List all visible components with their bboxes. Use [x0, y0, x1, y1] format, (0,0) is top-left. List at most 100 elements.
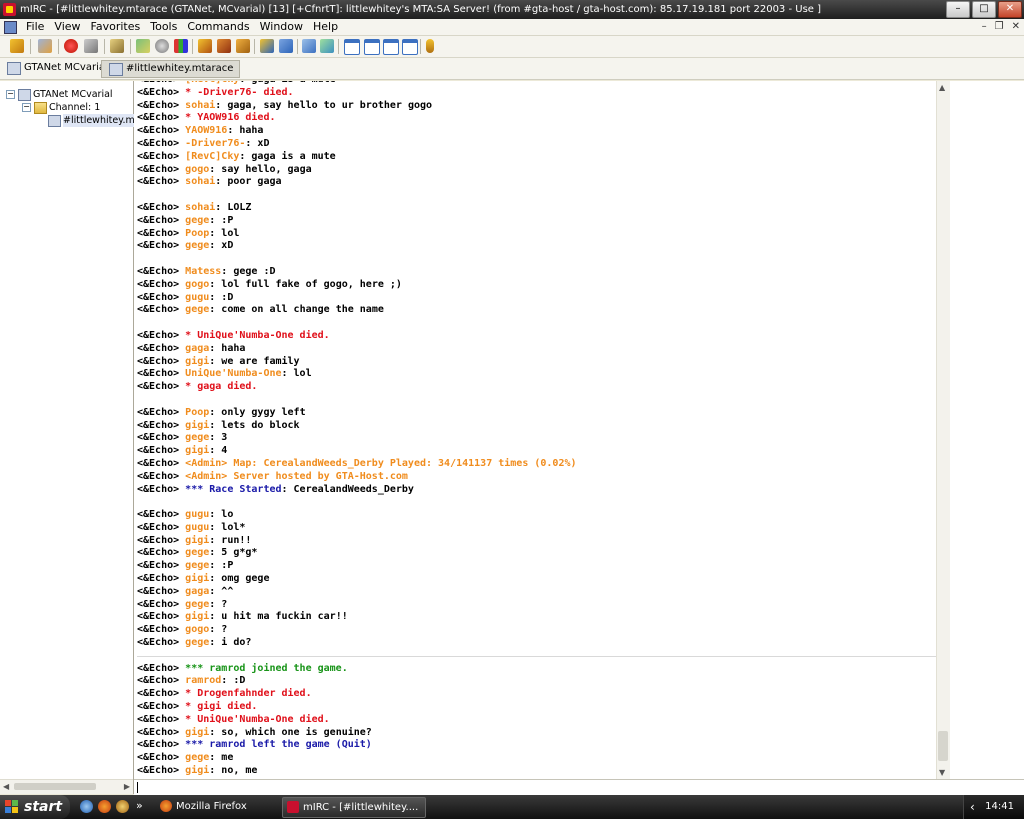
- arrange-icons-icon[interactable]: [402, 39, 418, 55]
- mirc-app-icon[interactable]: [3, 3, 16, 16]
- menu-help[interactable]: Help: [308, 19, 343, 35]
- options-icon[interactable]: [38, 39, 52, 53]
- switchbar-server-tab[interactable]: GTANet MCvarial: [0, 60, 114, 76]
- nick[interactable]: gogo: [185, 164, 209, 175]
- tray-expand-icon[interactable]: ‹: [970, 800, 975, 814]
- address-book-icon[interactable]: [110, 39, 124, 53]
- nick[interactable]: gigi: [185, 420, 209, 431]
- menu-tools[interactable]: Tools: [145, 19, 182, 35]
- nick[interactable]: Poop: [185, 228, 209, 239]
- mdi-minimize-button[interactable]: –: [982, 19, 987, 35]
- message-text: : LOLZ: [215, 201, 252, 213]
- nick[interactable]: gege: [185, 637, 209, 648]
- nick[interactable]: gege: [185, 560, 209, 571]
- nick[interactable]: gaga: [185, 343, 209, 354]
- timer-icon[interactable]: [155, 39, 169, 53]
- firefox-quicklaunch-icon[interactable]: [98, 800, 111, 813]
- message-input[interactable]: [134, 779, 1024, 795]
- logs-icon[interactable]: [320, 39, 334, 53]
- nick[interactable]: [RevC]Cky: [185, 81, 239, 85]
- chat-vertical-scrollbar[interactable]: ▲ ▼: [936, 81, 950, 779]
- task-mirc[interactable]: mIRC - [#littlewhitey....: [282, 797, 426, 818]
- nick[interactable]: gugu: [185, 292, 209, 303]
- chat-scroll-thumb[interactable]: [938, 731, 948, 761]
- scripts-editor-icon[interactable]: [136, 39, 150, 53]
- minimize-button[interactable]: –: [946, 1, 970, 18]
- nick[interactable]: gigi: [185, 765, 209, 776]
- chat-line: <&Echo> gege: ?: [137, 599, 936, 612]
- window-menu-icon[interactable]: [4, 21, 17, 34]
- switchbar-channel-tab[interactable]: #littlewhitey.mtarace: [101, 60, 241, 78]
- scroll-right-icon[interactable]: ▶: [124, 782, 130, 791]
- nick[interactable]: UniQue'Numba-One: [185, 368, 281, 379]
- favorites-icon[interactable]: [64, 39, 78, 53]
- nick[interactable]: Matess: [185, 266, 221, 277]
- nick[interactable]: gigi: [185, 356, 209, 367]
- collapse-server-icon[interactable]: −: [6, 90, 15, 99]
- nick[interactable]: Poop: [185, 407, 209, 418]
- nick[interactable]: gege: [185, 599, 209, 610]
- mirc-quicklaunch-icon[interactable]: [116, 800, 129, 813]
- nick[interactable]: sohai: [185, 100, 215, 111]
- ie-quicklaunch-icon[interactable]: [80, 800, 93, 813]
- quicklaunch-more-icon[interactable]: »: [136, 799, 143, 812]
- close-button[interactable]: ✕: [998, 1, 1022, 18]
- mdi-close-button[interactable]: ✕: [1012, 19, 1020, 35]
- cascade-icon[interactable]: [383, 39, 399, 55]
- died-text: * gigi died.: [185, 701, 258, 713]
- tree-scroll-thumb[interactable]: [14, 783, 96, 790]
- maximize-button[interactable]: □: [972, 1, 996, 18]
- scroll-down-icon[interactable]: ▼: [939, 768, 945, 777]
- help-bulb-icon[interactable]: [426, 39, 434, 53]
- nick[interactable]: gege: [185, 547, 209, 558]
- nick[interactable]: gugu: [185, 522, 209, 533]
- nick[interactable]: sohai: [185, 176, 215, 187]
- tile-vertical-icon[interactable]: [364, 39, 380, 55]
- nick[interactable]: gigi: [185, 535, 209, 546]
- line-prefix: <&Echo>: [137, 112, 186, 124]
- nick[interactable]: gege: [185, 240, 209, 251]
- tree-horizontal-scrollbar[interactable]: ◀ ▶: [0, 779, 133, 794]
- nick[interactable]: ramrod: [185, 675, 221, 686]
- received-files-icon[interactable]: [302, 39, 316, 53]
- nick[interactable]: gege: [185, 304, 209, 315]
- menu-view[interactable]: View: [49, 19, 85, 35]
- nick[interactable]: gaga: [185, 586, 209, 597]
- connect-icon[interactable]: [10, 39, 24, 53]
- nick[interactable]: -Driver76-: [185, 138, 245, 149]
- notify-list-icon[interactable]: [260, 39, 274, 53]
- nick[interactable]: gugu: [185, 509, 209, 520]
- nick[interactable]: gogo: [185, 279, 209, 290]
- nick[interactable]: gege: [185, 215, 209, 226]
- nick[interactable]: gigi: [185, 573, 209, 584]
- chat-window[interactable]: <&Echo> [RevC]Cky: gaga is a mute<&Echo>…: [134, 81, 936, 779]
- nick[interactable]: gigi: [185, 611, 209, 622]
- menu-file[interactable]: File: [21, 19, 49, 35]
- nick[interactable]: sohai: [185, 202, 215, 213]
- list-channels-icon[interactable]: [84, 39, 98, 53]
- scroll-up-icon[interactable]: ▲: [939, 83, 945, 92]
- collapse-folder-icon[interactable]: −: [22, 103, 31, 112]
- nick[interactable]: gigi: [185, 727, 209, 738]
- url-list-icon[interactable]: [279, 39, 293, 53]
- task-firefox[interactable]: Mozilla Firefox: [156, 797, 296, 816]
- tile-horizontal-icon[interactable]: [344, 39, 360, 55]
- mdi-restore-button[interactable]: ❐: [995, 19, 1004, 35]
- menu-favorites[interactable]: Favorites: [86, 19, 146, 35]
- colors-icon[interactable]: [174, 39, 188, 53]
- dcc-options-icon[interactable]: [236, 39, 250, 53]
- dcc-chat-icon[interactable]: [217, 39, 231, 53]
- nick[interactable]: gigi: [185, 445, 209, 456]
- nick[interactable]: YAOW916: [185, 125, 227, 136]
- scroll-left-icon[interactable]: ◀: [3, 782, 9, 791]
- menu-window[interactable]: Window: [255, 19, 308, 35]
- channel-tab-label: #littlewhitey.mtarace: [126, 63, 234, 74]
- nick[interactable]: gogo: [185, 624, 209, 635]
- nick[interactable]: gege: [185, 752, 209, 763]
- nick[interactable]: gege: [185, 432, 209, 443]
- menu-commands[interactable]: Commands: [182, 19, 254, 35]
- nick[interactable]: [RevC]Cky: [185, 151, 239, 162]
- dcc-send-icon[interactable]: [198, 39, 212, 53]
- admin-text: <Admin> Server hosted by GTA-Host.com: [185, 470, 408, 482]
- start-button[interactable]: start: [0, 795, 70, 819]
